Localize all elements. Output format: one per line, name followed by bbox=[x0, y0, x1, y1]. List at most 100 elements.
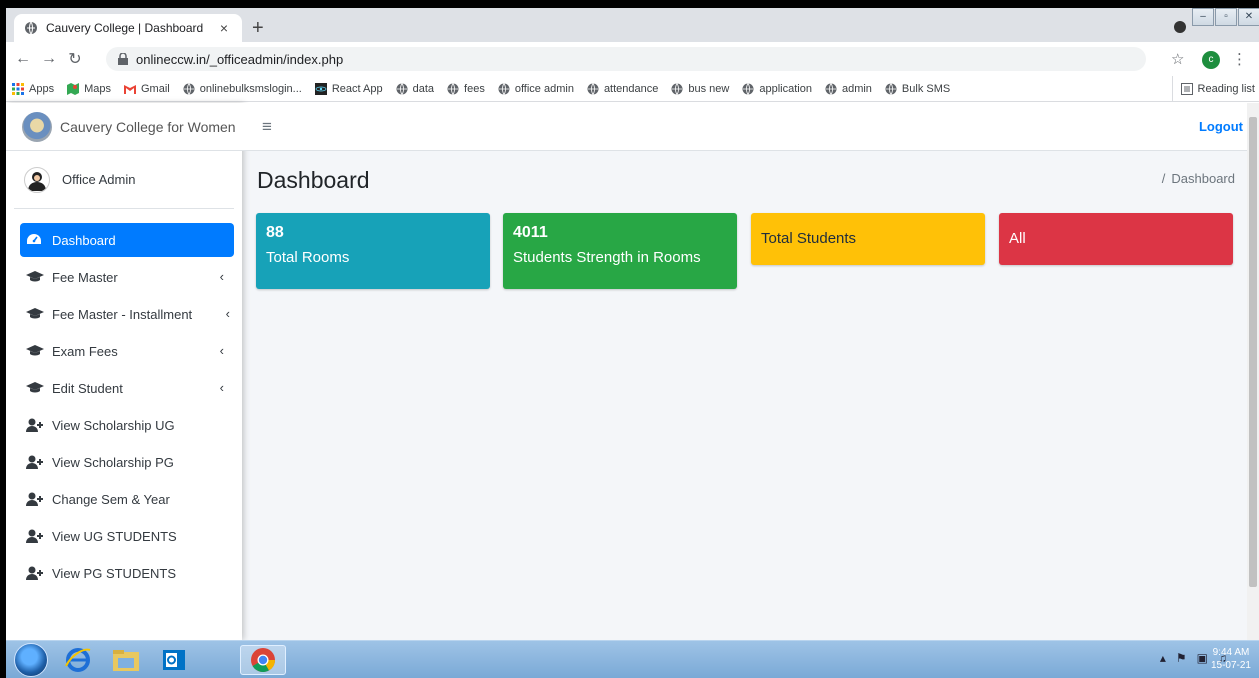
main-content: Dashboard / Dashboard 88 Total Rooms 4011… bbox=[242, 151, 1247, 640]
sidebar-item-label: Dashboard bbox=[52, 232, 116, 248]
reading-list-label: Reading list bbox=[1197, 83, 1255, 95]
minimize-button[interactable]: – bbox=[1192, 8, 1214, 26]
tab-strip: Cauvery College | Dashboard × + – ▫ ✕ bbox=[6, 8, 1259, 42]
breadcrumb-separator: / bbox=[1161, 171, 1166, 186]
graduation-cap-icon bbox=[26, 270, 44, 284]
total-rooms-box[interactable]: 88 Total Rooms bbox=[256, 213, 490, 289]
sidebar-item-label: View UG STUDENTS bbox=[52, 528, 177, 544]
sidebar-item-view-scholarship-pg[interactable]: View Scholarship PG bbox=[20, 445, 234, 479]
globe-icon bbox=[742, 82, 754, 95]
close-window-button[interactable]: ✕ bbox=[1238, 8, 1259, 26]
sidebar-item-change-sem-year[interactable]: Change Sem & Year bbox=[20, 482, 234, 516]
sidebar-item-view-ug-students[interactable]: View UG STUDENTS bbox=[20, 519, 234, 553]
profile-avatar[interactable]: c bbox=[1202, 51, 1220, 69]
bookmark-data[interactable]: data bbox=[396, 83, 434, 95]
sidebar-item-view-scholarship-ug[interactable]: View Scholarship UG bbox=[20, 408, 234, 442]
browser-tab[interactable]: Cauvery College | Dashboard × bbox=[14, 14, 242, 42]
user-name: Office Admin bbox=[62, 172, 136, 187]
sidebar-item-fee-master[interactable]: Fee Master ‹ bbox=[20, 260, 234, 294]
network-icon[interactable]: ▣ bbox=[1197, 651, 1208, 665]
bookmark-onlinebulksms[interactable]: onlinebulksmslogin... bbox=[183, 83, 302, 95]
bookmark-react-app[interactable]: React App bbox=[314, 82, 383, 95]
all-box[interactable]: All bbox=[999, 213, 1233, 265]
graduation-cap-icon bbox=[26, 344, 44, 358]
browser-window: Cauvery College | Dashboard × + – ▫ ✕ ← … bbox=[6, 8, 1259, 678]
scrollbar-thumb[interactable] bbox=[1249, 117, 1257, 587]
clock-date: 15-07-21 bbox=[1210, 660, 1251, 671]
bookmark-bulk-sms[interactable]: Bulk SMS bbox=[885, 83, 950, 95]
chevron-left-icon: ‹ bbox=[219, 380, 224, 395]
page-title: Dashboard bbox=[257, 167, 370, 193]
tab-close-button[interactable]: × bbox=[216, 20, 232, 36]
bookmark-star-icon[interactable]: ☆ bbox=[1171, 50, 1184, 68]
menu-toggle-icon[interactable]: ≡ bbox=[262, 117, 272, 137]
internet-explorer-icon[interactable] bbox=[58, 645, 98, 675]
user-plus-icon bbox=[26, 566, 44, 580]
globe-icon bbox=[498, 82, 510, 95]
action-center-flag-icon[interactable]: ⚑ bbox=[1176, 651, 1187, 665]
sidebar-item-view-pg-students[interactable]: View PG STUDENTS bbox=[20, 556, 234, 590]
stat-number: 4011 bbox=[513, 224, 548, 241]
logout-link[interactable]: Logout bbox=[1199, 119, 1243, 134]
gmail-icon bbox=[123, 84, 136, 94]
bookmark-label: data bbox=[412, 82, 435, 95]
new-tab-button[interactable]: + bbox=[252, 18, 264, 38]
tab-title: Cauvery College | Dashboard bbox=[46, 21, 204, 35]
sidebar-item-label: View Scholarship UG bbox=[52, 417, 175, 433]
students-strength-box[interactable]: 4011 Students Strength in Rooms bbox=[503, 213, 737, 289]
brand-link[interactable]: Cauvery College for Women bbox=[6, 103, 242, 151]
sidebar-item-label: Fee Master - Installment bbox=[52, 306, 193, 322]
bookmark-label: bus new bbox=[688, 82, 730, 95]
breadcrumb-current: Dashboard bbox=[1171, 171, 1235, 186]
chevron-left-icon: ‹ bbox=[219, 269, 224, 284]
sidebar-item-dashboard[interactable]: Dashboard bbox=[20, 223, 234, 257]
back-arrow-icon[interactable]: ← bbox=[10, 50, 36, 68]
user-panel[interactable]: Office Admin bbox=[14, 151, 234, 209]
bookmark-label: admin bbox=[841, 82, 872, 95]
bookmark-label: attendance bbox=[603, 82, 659, 95]
bookmark-attendance[interactable]: attendance bbox=[587, 83, 658, 95]
page-scrollbar[interactable] bbox=[1247, 103, 1259, 640]
bookmark-gmail[interactable]: Gmail bbox=[123, 83, 170, 95]
bookmark-maps[interactable]: Maps bbox=[67, 82, 111, 95]
sidebar-item-label: Exam Fees bbox=[52, 343, 118, 359]
bookmark-bus-new[interactable]: bus new bbox=[671, 83, 729, 95]
lock-icon bbox=[118, 53, 128, 65]
forward-arrow-icon[interactable]: → bbox=[36, 50, 62, 68]
browser-menu-icon[interactable]: ⋮ bbox=[1232, 50, 1247, 68]
breadcrumb: / Dashboard bbox=[1162, 171, 1235, 186]
globe-icon bbox=[396, 82, 408, 95]
sidebar-item-fee-master-installment[interactable]: Fee Master - Installment ‹ bbox=[20, 297, 234, 331]
address-bar[interactable]: onlineccw.in/_officeadmin/index.php bbox=[106, 47, 1146, 71]
chrome-taskbar-icon[interactable] bbox=[240, 645, 286, 675]
globe-icon bbox=[671, 82, 683, 95]
system-clock[interactable]: 9:44 AM 15-07-21 bbox=[1211, 646, 1251, 672]
sidebar-item-label: Fee Master bbox=[52, 269, 118, 285]
maps-icon bbox=[67, 82, 80, 95]
reading-list-button[interactable]: Reading list bbox=[1171, 76, 1255, 102]
start-button[interactable] bbox=[14, 643, 48, 677]
chevron-left-icon: ‹ bbox=[225, 306, 230, 321]
graduation-cap-icon bbox=[26, 381, 44, 395]
bookmark-office-admin[interactable]: office admin bbox=[498, 83, 574, 95]
college-logo bbox=[22, 111, 52, 142]
outlook-icon[interactable] bbox=[154, 645, 194, 675]
sidebar-item-exam-fees[interactable]: Exam Fees ‹ bbox=[20, 334, 234, 368]
bookmark-label: onlinebulksmslogin... bbox=[199, 82, 302, 95]
reload-icon[interactable]: ↻ bbox=[62, 49, 88, 69]
maximize-button[interactable]: ▫ bbox=[1215, 8, 1237, 26]
globe-icon bbox=[587, 82, 599, 95]
bookmark-apps[interactable]: Apps bbox=[12, 82, 54, 95]
bookmark-admin[interactable]: admin bbox=[825, 83, 872, 95]
globe-icon bbox=[183, 82, 195, 95]
show-hidden-icons-icon[interactable]: ▴ bbox=[1160, 651, 1166, 665]
stat-label: Total Students bbox=[761, 230, 857, 247]
clock-time: 9:44 AM bbox=[1212, 647, 1250, 658]
window-controls: – ▫ ✕ bbox=[1191, 8, 1259, 26]
bookmark-fees[interactable]: fees bbox=[447, 83, 485, 95]
total-students-box[interactable]: Total Students bbox=[751, 213, 985, 265]
file-explorer-icon[interactable] bbox=[106, 645, 146, 675]
bookmark-application[interactable]: application bbox=[742, 83, 812, 95]
sidebar-item-edit-student[interactable]: Edit Student ‹ bbox=[20, 371, 234, 405]
user-avatar-icon bbox=[24, 166, 50, 193]
